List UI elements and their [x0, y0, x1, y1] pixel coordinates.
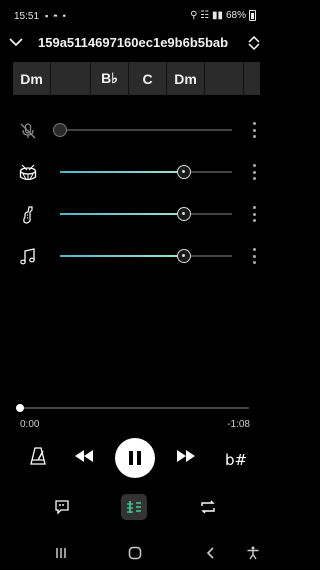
fast-forward-icon[interactable]	[175, 448, 197, 469]
home-icon[interactable]	[128, 546, 142, 565]
rewind-icon[interactable]	[73, 448, 95, 469]
transport-controls: b#	[0, 436, 270, 478]
expand-icon[interactable]	[246, 35, 262, 56]
track-row-vocals	[0, 115, 270, 145]
signal-icons: ⚲ ☷ ▮▮	[190, 10, 223, 21]
loop-icon[interactable]	[195, 494, 221, 520]
chord-cell	[51, 62, 91, 95]
slider-thumb[interactable]	[53, 123, 67, 137]
pause-button[interactable]	[115, 438, 155, 478]
remaining-time: -1:08	[227, 419, 250, 430]
chevron-down-icon[interactable]	[8, 34, 24, 55]
progress-thumb[interactable]	[16, 404, 24, 412]
notification-icons: ▪ ◓ •	[45, 11, 67, 21]
battery-level: 68%	[225, 10, 246, 21]
more-options-icon[interactable]	[252, 206, 256, 222]
metronome-icon[interactable]	[28, 446, 48, 471]
top-bar: 159a5114697160ec1e9b6b5bab7	[0, 30, 270, 58]
volume-fill	[60, 255, 184, 257]
pause-icon	[129, 451, 133, 465]
status-right: ⚲ ☷ ▮▮ 68%	[190, 10, 256, 21]
track-row-drums	[0, 157, 270, 187]
more-options-icon[interactable]	[252, 164, 256, 180]
more-options-icon[interactable]	[252, 122, 256, 138]
volume-fill	[60, 171, 184, 173]
slider-thumb[interactable]	[177, 165, 191, 179]
status-time: 15:51	[14, 11, 40, 22]
slider-thumb[interactable]	[177, 249, 191, 263]
system-nav-bar	[0, 540, 270, 570]
chord-cell: Dm	[13, 62, 51, 95]
lyrics-icon[interactable]	[49, 494, 75, 520]
drum-icon[interactable]	[18, 163, 38, 183]
elapsed-time: 0:00	[20, 419, 40, 430]
chord-cell	[205, 62, 244, 95]
key-label: b#	[225, 451, 248, 469]
more-options-icon[interactable]	[252, 248, 256, 264]
mixer-icon[interactable]	[121, 494, 147, 520]
battery-icon	[249, 10, 256, 21]
volume-slider[interactable]	[53, 123, 232, 137]
volume-slider[interactable]	[60, 207, 232, 221]
chord-cell: Dm	[167, 62, 205, 95]
volume-slider[interactable]	[60, 165, 232, 179]
playback-progress[interactable]	[16, 404, 249, 412]
track-row-other	[0, 241, 270, 271]
chord-strip[interactable]: Dm B♭ C Dm B	[13, 62, 260, 95]
volume-fill	[60, 213, 184, 215]
chord-cell: B	[244, 62, 260, 95]
chord-cell: C	[129, 62, 167, 95]
volume-slider[interactable]	[60, 249, 232, 263]
track-row-bass	[0, 199, 270, 229]
back-icon[interactable]	[204, 546, 218, 565]
status-bar: 15:51 ▪ ◓ • ⚲ ☷ ▮▮ 68%	[0, 0, 270, 32]
slider-thumb[interactable]	[177, 207, 191, 221]
mode-tabs	[0, 492, 270, 522]
pause-icon-bar	[137, 451, 141, 465]
song-title: 159a5114697160ec1e9b6b5bab7	[38, 35, 228, 50]
chord-cell: B♭	[91, 62, 129, 95]
key-change-button[interactable]: b#	[223, 445, 248, 469]
recent-apps-icon[interactable]	[54, 546, 68, 565]
music-note-icon[interactable]	[18, 247, 38, 267]
accessibility-icon[interactable]	[246, 546, 260, 565]
mic-muted-icon[interactable]	[18, 121, 38, 141]
guitar-icon[interactable]	[18, 205, 38, 225]
